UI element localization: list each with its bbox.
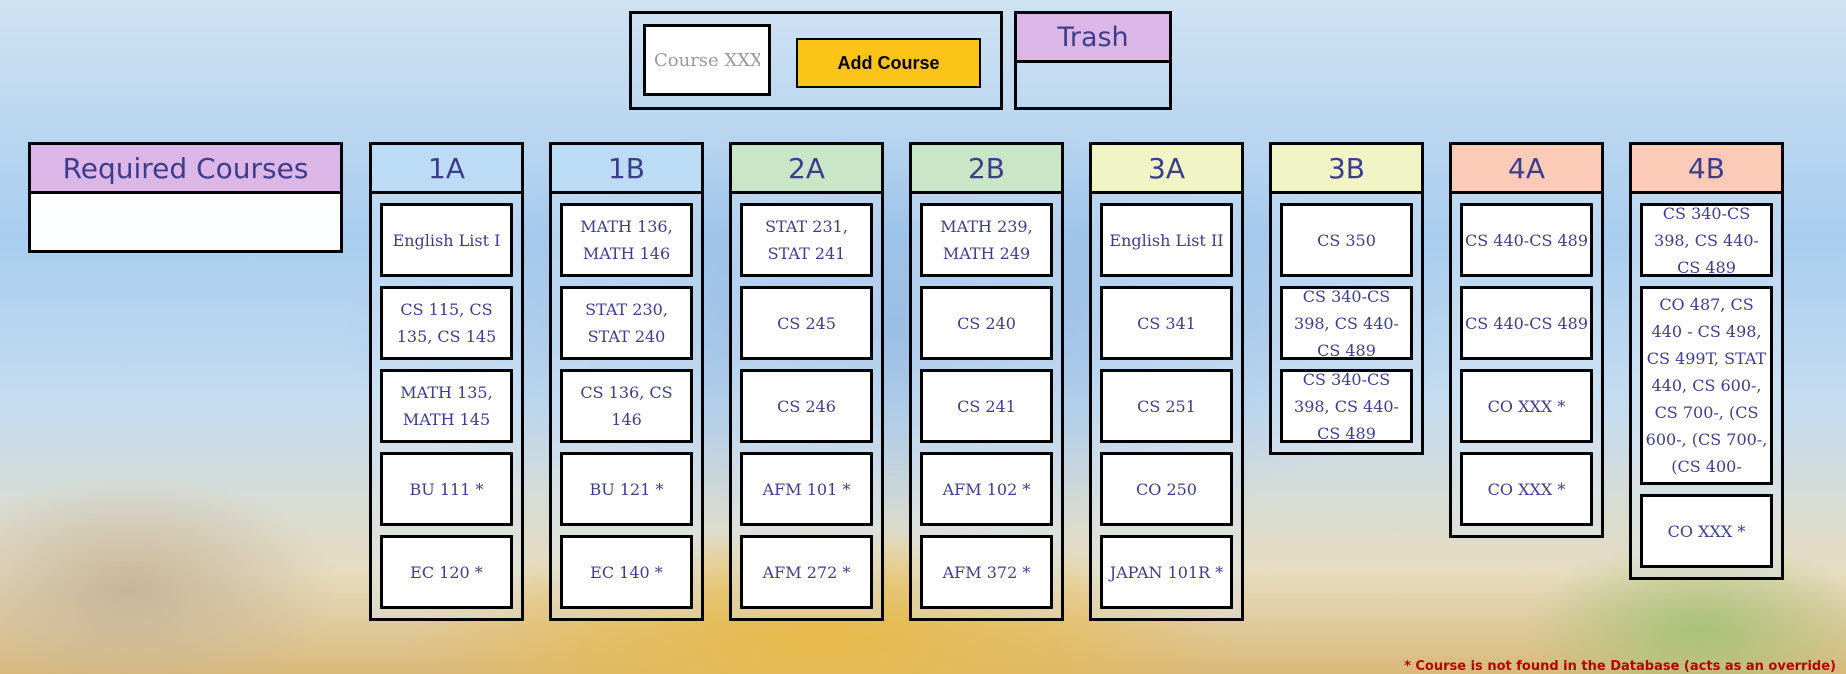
course-card[interactable]: CS 115, CS 135, CS 145 [380, 286, 513, 360]
term-column-2a[interactable]: 2A STAT 231, STAT 241 CS 245 CS 246 AFM … [729, 142, 884, 621]
course-card[interactable]: STAT 230, STAT 240 [560, 286, 693, 360]
term-label: 3B [1272, 145, 1421, 194]
course-list: MATH 136, MATH 146 STAT 230, STAT 240 CS… [552, 194, 701, 609]
term-label: 3A [1092, 145, 1241, 194]
course-card[interactable]: BU 111 * [380, 452, 513, 526]
term-column-4b[interactable]: 4B CS 340-CS 398, CS 440-CS 489 CO 487, … [1629, 142, 1784, 580]
course-card[interactable]: AFM 272 * [740, 535, 873, 609]
term-label: 2A [732, 145, 881, 194]
course-card[interactable]: CO 487, CS 440 - CS 498, CS 499T, STAT 4… [1640, 286, 1773, 485]
course-card[interactable]: MATH 239, MATH 249 [920, 203, 1053, 277]
term-label: 4A [1452, 145, 1601, 194]
course-card[interactable]: CS 246 [740, 369, 873, 443]
add-course-button[interactable]: Add Course [796, 38, 981, 88]
course-card[interactable]: CO 250 [1100, 452, 1233, 526]
course-card[interactable]: AFM 372 * [920, 535, 1053, 609]
required-courses-title: Required Courses [31, 145, 340, 194]
course-card[interactable]: STAT 231, STAT 241 [740, 203, 873, 277]
term-label: 4B [1632, 145, 1781, 194]
term-column-1a[interactable]: 1A English List I CS 115, CS 135, CS 145… [369, 142, 524, 621]
course-card[interactable]: English List II [1100, 203, 1233, 277]
course-card[interactable]: EC 140 * [560, 535, 693, 609]
required-courses-dropzone[interactable] [31, 194, 340, 250]
term-label: 2B [912, 145, 1061, 194]
course-card[interactable]: CS 340-CS 398, CS 440-CS 489 [1280, 369, 1413, 443]
override-footnote: * Course is not found in the Database (a… [1404, 659, 1836, 674]
course-card[interactable]: BU 121 * [560, 452, 693, 526]
course-card[interactable]: MATH 135, MATH 145 [380, 369, 513, 443]
course-card[interactable]: CS 241 [920, 369, 1053, 443]
term-column-3a[interactable]: 3A English List II CS 341 CS 251 CO 250 … [1089, 142, 1244, 621]
course-card[interactable]: CS 440-CS 489 [1460, 203, 1593, 277]
course-card[interactable]: CS 251 [1100, 369, 1233, 443]
course-card[interactable]: AFM 102 * [920, 452, 1053, 526]
course-card[interactable]: CS 245 [740, 286, 873, 360]
term-column-3b[interactable]: 3B CS 350 CS 340-CS 398, CS 440-CS 489 C… [1269, 142, 1424, 455]
course-card[interactable]: MATH 136, MATH 146 [560, 203, 693, 277]
course-card[interactable]: CS 340-CS 398, CS 440-CS 489 [1280, 286, 1413, 360]
term-label: 1B [552, 145, 701, 194]
course-list: CS 350 CS 340-CS 398, CS 440-CS 489 CS 3… [1272, 194, 1421, 443]
course-card[interactable]: JAPAN 101R * [1100, 535, 1233, 609]
term-column-4a[interactable]: 4A CS 440-CS 489 CS 440-CS 489 CO XXX * … [1449, 142, 1604, 538]
course-card[interactable]: CS 136, CS 146 [560, 369, 693, 443]
course-card[interactable]: CS 340-CS 398, CS 440-CS 489 [1640, 203, 1773, 277]
term-column-1b[interactable]: 1B MATH 136, MATH 146 STAT 230, STAT 240… [549, 142, 704, 621]
course-list: English List I CS 115, CS 135, CS 145 MA… [372, 194, 521, 609]
course-card[interactable]: EC 120 * [380, 535, 513, 609]
course-list: English List II CS 341 CS 251 CO 250 JAP… [1092, 194, 1241, 609]
term-column-2b[interactable]: 2B MATH 239, MATH 249 CS 240 CS 241 AFM … [909, 142, 1064, 621]
course-card[interactable]: CS 341 [1100, 286, 1233, 360]
term-label: 1A [372, 145, 521, 194]
course-card[interactable]: English List I [380, 203, 513, 277]
course-input[interactable] [643, 24, 771, 96]
trash-dropzone[interactable]: Trash [1014, 11, 1172, 110]
course-card[interactable]: CO XXX * [1640, 494, 1773, 568]
course-card[interactable]: AFM 101 * [740, 452, 873, 526]
course-card[interactable]: CS 350 [1280, 203, 1413, 277]
course-list: MATH 239, MATH 249 CS 240 CS 241 AFM 102… [912, 194, 1061, 609]
course-card[interactable]: CO XXX * [1460, 452, 1593, 526]
course-card[interactable]: CO XXX * [1460, 369, 1593, 443]
course-card[interactable]: CS 240 [920, 286, 1053, 360]
required-courses-panel[interactable]: Required Courses [28, 142, 343, 253]
course-card[interactable]: CS 440-CS 489 [1460, 286, 1593, 360]
course-list: CS 440-CS 489 CS 440-CS 489 CO XXX * CO … [1452, 194, 1601, 526]
trash-title: Trash [1017, 14, 1169, 63]
course-list: STAT 231, STAT 241 CS 245 CS 246 AFM 101… [732, 194, 881, 609]
course-list: CS 340-CS 398, CS 440-CS 489 CO 487, CS … [1632, 194, 1781, 568]
add-course-panel: Add Course [629, 11, 1003, 110]
